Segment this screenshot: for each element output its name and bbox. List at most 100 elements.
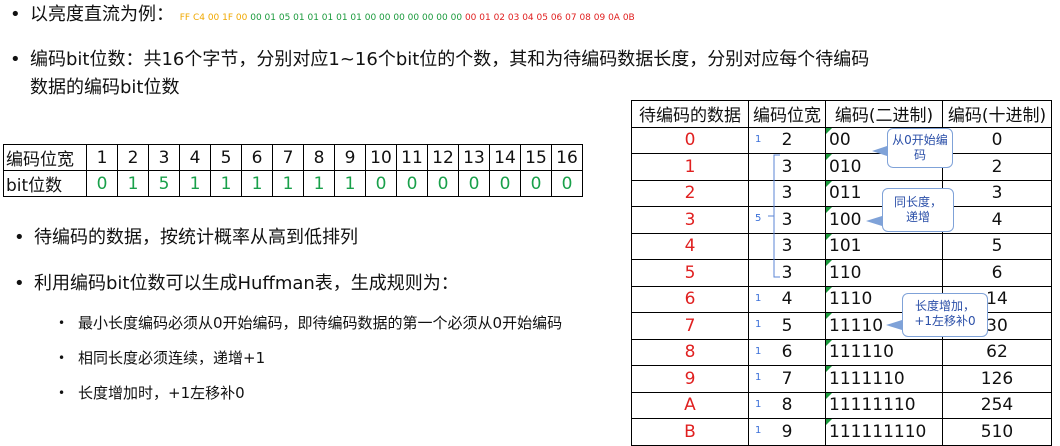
- callout-grow: 长度增加，+1左移补0: [902, 293, 988, 337]
- rule-item: • 最小长度编码必须从0开始编码，即待编码数据的第一个必须从0开始编码: [58, 313, 563, 333]
- gen-bullet: • 利用编码bit位数可以生成Huffman表，生成规则为：: [14, 270, 459, 298]
- decimal-cell-text: 3: [991, 183, 1003, 204]
- huffman-row: 3 3 5 100 4: [631, 206, 1052, 234]
- huffman-row: B 9 1 111111110 510: [631, 418, 1052, 446]
- callout-start-text: 从0开始编码: [892, 133, 948, 162]
- decimal-cell: 126: [942, 365, 1052, 393]
- callout-pointer: [866, 216, 882, 226]
- width-cell: 41: [748, 285, 826, 313]
- binary-cell-text: 11110: [829, 315, 884, 336]
- decimal-cell-text: 14: [986, 289, 1008, 310]
- symbol-cell-text: 2: [684, 183, 696, 204]
- cell-marker: [826, 154, 832, 160]
- bit-count-cell: 0: [458, 170, 490, 197]
- binary-cell: 111111110: [825, 418, 943, 446]
- header-binary: 编码(二进制): [825, 100, 943, 128]
- example-label: 以亮度直流为例：: [30, 4, 174, 25]
- rule-text: 相同长度必须连续，递增+1: [78, 349, 266, 367]
- count-note: 1: [755, 133, 762, 145]
- width-cell-text: 8: [781, 395, 793, 416]
- gen-text: 利用编码bit位数可以生成Huffman表，生成规则为：: [34, 273, 459, 294]
- bit-width-cell: 9: [334, 144, 366, 171]
- huffman-row: 1 3 010 2: [631, 153, 1052, 181]
- bit-count-cell: 1: [303, 170, 335, 197]
- bitcount-line2: 数据的编码bit位数: [30, 77, 180, 98]
- decimal-cell: 510: [942, 418, 1052, 446]
- binary-cell-text: 1111110: [829, 368, 905, 389]
- binary-cell: 1111110: [825, 365, 943, 393]
- callout-start: 从0开始编码: [887, 128, 953, 168]
- width-cell-text: 6: [781, 342, 793, 363]
- bullet-dot: •: [10, 4, 21, 25]
- cell-marker: [826, 339, 832, 346]
- symbol-cell-text: 3: [684, 209, 696, 230]
- decimal-cell: 2: [942, 153, 1052, 181]
- rule-text: 最小长度编码必须从0开始编码，即待编码数据的第一个必须从0开始编码: [78, 314, 563, 332]
- bit-width-cell: 11: [396, 144, 428, 171]
- bit-count-cell: 0: [396, 170, 428, 197]
- decimal-cell: 62: [942, 338, 1052, 366]
- symbol-cell: 0: [631, 126, 749, 154]
- count-note: 1: [755, 319, 762, 330]
- bit-count-cell: 1: [272, 170, 304, 197]
- bit-width-cell: 12: [427, 144, 459, 171]
- cell-marker: [826, 366, 832, 372]
- width-cell: 61: [748, 338, 826, 366]
- decimal-cell-text: 4: [991, 209, 1003, 230]
- symbol-cell-text: 4: [684, 236, 696, 257]
- cell-marker: [826, 260, 832, 266]
- symbol-cell-text: 0: [684, 130, 696, 151]
- binary-cell-text: 111111110: [829, 421, 927, 442]
- huffman-table: 待编码的数据 编码位宽 编码(二进制) 编码(十进制) 0 2 1 00 0 1 3 010 2…: [631, 100, 1052, 446]
- hex-symbols: 00 01 02 03 04 05 06 07 08 09 0A 0B: [464, 13, 635, 23]
- hex-bit-counts: 00 01 05 01 01 01 01 01 00 00 00 00 00 0…: [250, 13, 463, 23]
- count-note: 1: [755, 398, 762, 410]
- binary-cell: 11111110: [825, 391, 943, 419]
- cell-marker: [826, 392, 832, 399]
- huffman-row: 4 3 101 5: [631, 232, 1052, 260]
- cell-marker: [826, 180, 832, 187]
- bullet-dot: •: [14, 227, 25, 248]
- hex-header: FF C4 00 1F 00: [179, 13, 248, 23]
- decimal-cell-text: 62: [986, 342, 1008, 363]
- symbol-cell-text: 7: [684, 315, 696, 336]
- width-cell: 51: [748, 312, 826, 340]
- callout-pointer: [886, 320, 902, 330]
- bit-width-cell: 16: [551, 144, 583, 171]
- cell-marker: [826, 313, 832, 319]
- bracket-line: [773, 154, 780, 278]
- decimal-cell-text: 2: [991, 156, 1003, 177]
- symbol-cell: 9: [631, 365, 749, 393]
- huffman-row: 5 3 110 6: [631, 259, 1052, 287]
- binary-cell: 101: [825, 232, 943, 260]
- symbol-cell: 2: [631, 179, 749, 207]
- group-bracket: [768, 154, 780, 278]
- bit-width-cell: 8: [303, 144, 335, 171]
- binary-cell: 110: [825, 259, 943, 287]
- bit-width-cell: 1: [86, 144, 118, 171]
- cell-marker: [826, 286, 832, 293]
- bullet-dot: •: [58, 386, 66, 400]
- width-cell-text: 9: [781, 421, 793, 442]
- bit-count-cell: 1: [334, 170, 366, 197]
- example-bullet: • 以亮度直流为例： FF C4 00 1F 00 00 01 05 01 01…: [10, 1, 635, 32]
- header-width: 编码位宽: [748, 100, 826, 128]
- binary-cell-text: 100: [829, 209, 862, 230]
- bit-count-cell: 0: [489, 170, 521, 197]
- bit-count-cell: 0: [427, 170, 459, 197]
- width-cell: 21: [748, 126, 826, 154]
- bit-count-cell: 1: [210, 170, 242, 197]
- bullet-dot: •: [10, 49, 21, 70]
- symbol-cell-text: 1: [684, 156, 696, 177]
- decimal-cell-text: 30: [986, 315, 1008, 336]
- huffman-row: 2 3 011 3: [631, 179, 1052, 207]
- cell-marker: [826, 419, 832, 425]
- huffman-row: 9 7 1 1111110 126: [631, 365, 1052, 393]
- huffman-row: 6 4 1 1110 14: [631, 285, 1052, 313]
- bit-count-label: bit位数: [3, 170, 87, 197]
- bit-width-cell: 6: [241, 144, 273, 171]
- width-cell-text: 5: [781, 315, 793, 336]
- bit-count-cell: 0: [551, 170, 583, 197]
- decimal-cell: 6: [942, 259, 1052, 287]
- header-decimal: 编码(十进制): [942, 100, 1052, 128]
